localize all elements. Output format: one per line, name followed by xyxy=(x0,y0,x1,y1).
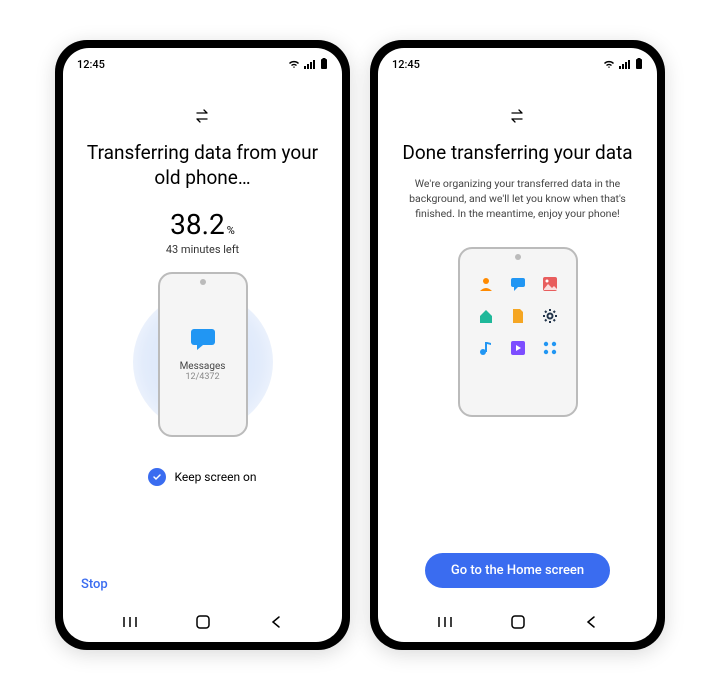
percent-sign: % xyxy=(227,224,235,237)
content-area: Transferring data from your old phone… 3… xyxy=(63,76,342,602)
app-icon-grid xyxy=(477,275,559,357)
screen: 12:45 Transferring data from your old ph… xyxy=(63,48,342,642)
settings-icon xyxy=(541,307,559,325)
phone-transferring: 12:45 Transferring data from your old ph… xyxy=(55,40,350,650)
transfer-icon xyxy=(510,108,526,127)
page-title: Transferring data from your old phone… xyxy=(81,141,324,190)
page-title: Done transferring your data xyxy=(402,141,632,166)
messages-label: Messages xyxy=(180,361,226,372)
signal-icon xyxy=(304,59,316,69)
page-subtitle: We're organizing your transferred data i… xyxy=(396,176,639,222)
stop-button[interactable]: Stop xyxy=(81,577,108,592)
contacts-icon xyxy=(477,275,495,293)
messages-icon xyxy=(509,275,527,293)
keep-screen-on-toggle[interactable]: Keep screen on xyxy=(148,468,256,486)
check-icon xyxy=(148,468,166,486)
status-bar: 12:45 xyxy=(63,52,342,76)
wifi-icon xyxy=(603,59,615,69)
go-home-button[interactable]: Go to the Home screen xyxy=(425,553,610,588)
home-button[interactable] xyxy=(508,612,528,632)
back-button[interactable] xyxy=(266,612,286,632)
gallery-icon xyxy=(541,275,559,293)
home-button[interactable] xyxy=(193,612,213,632)
signal-icon xyxy=(619,59,631,69)
status-icons xyxy=(288,58,328,70)
time-remaining: 43 minutes left xyxy=(166,243,239,256)
transfer-illustration: Messages 12/4372 xyxy=(128,272,278,442)
status-icons xyxy=(603,58,643,70)
battery-icon xyxy=(320,58,328,70)
status-time: 12:45 xyxy=(77,58,105,71)
files-icon xyxy=(509,307,527,325)
percent-value: 38.2 xyxy=(170,208,225,241)
progress-percent: 38.2 % xyxy=(170,208,235,241)
recents-button[interactable] xyxy=(435,612,455,632)
recents-button[interactable] xyxy=(120,612,140,632)
messages-icon xyxy=(189,327,217,355)
back-button[interactable] xyxy=(581,612,601,632)
transfer-icon xyxy=(195,108,211,127)
navigation-bar xyxy=(63,602,342,642)
phone-done: 12:45 Done transferring your data We're … xyxy=(370,40,665,650)
status-time: 12:45 xyxy=(392,58,420,71)
done-illustration xyxy=(443,247,593,417)
messages-count: 12/4372 xyxy=(185,372,219,382)
mini-phone-notch xyxy=(515,254,521,260)
mini-phone: Messages 12/4372 xyxy=(158,272,248,437)
apps-icon xyxy=(541,339,559,357)
music-icon xyxy=(477,339,495,357)
wifi-icon xyxy=(288,59,300,69)
video-icon xyxy=(509,339,527,357)
keep-screen-label: Keep screen on xyxy=(174,470,256,484)
screen: 12:45 Done transferring your data We're … xyxy=(378,48,657,642)
navigation-bar xyxy=(378,602,657,642)
mini-phone-notch xyxy=(200,279,206,285)
battery-icon xyxy=(635,58,643,70)
status-bar: 12:45 xyxy=(378,52,657,76)
mini-phone xyxy=(458,247,578,417)
home-icon xyxy=(477,307,495,325)
content-area: Done transferring your data We're organi… xyxy=(378,76,657,602)
